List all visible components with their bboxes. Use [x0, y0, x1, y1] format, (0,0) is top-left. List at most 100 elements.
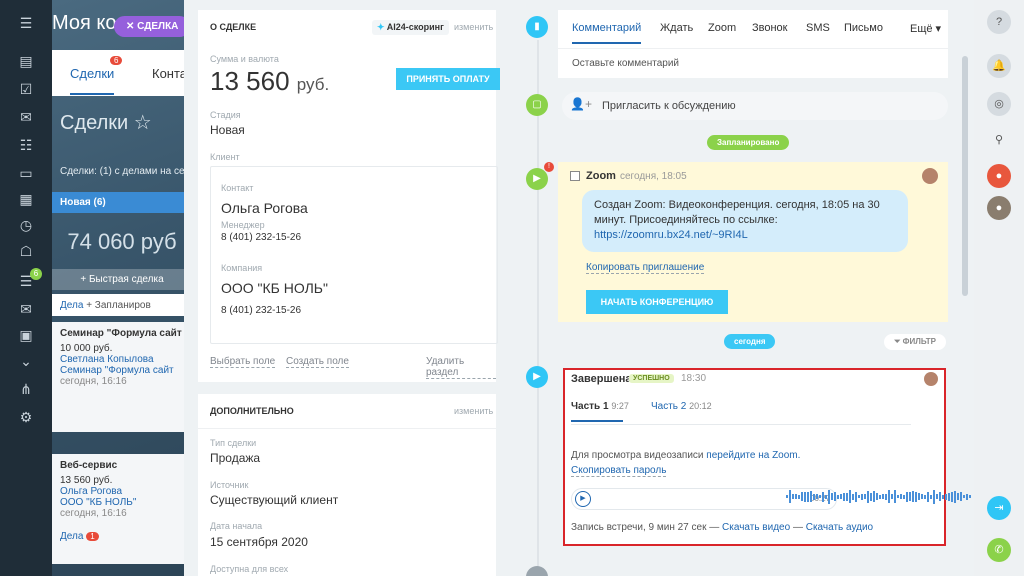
company-phone[interactable]: 8 (401) 232-15-26	[221, 305, 301, 316]
create-field-link[interactable]: Создать поле	[286, 356, 349, 368]
waveform-bar	[966, 493, 968, 500]
accept-payment-button[interactable]: ПРИНЯТЬ ОПЛАТУ	[396, 68, 500, 90]
clock-icon[interactable]: ◷	[17, 216, 35, 234]
waveform-bar	[951, 491, 953, 502]
copy-invite-link[interactable]: Копировать приглашение	[586, 262, 705, 274]
activity-tab-0[interactable]: Комментарий	[572, 22, 642, 44]
card-person[interactable]: Ольга Рогова	[60, 486, 184, 497]
edit-link[interactable]: изменить	[454, 22, 493, 32]
chat-icon[interactable]: ✉	[17, 108, 35, 126]
settings-icon[interactable]: ⚙	[17, 408, 35, 426]
waveform-bar	[903, 494, 905, 499]
crm-tabs: Сделки 6 Конта	[52, 50, 192, 96]
feed-icon[interactable]: ▤	[17, 52, 35, 70]
drive-icon[interactable]: ▭	[17, 164, 35, 182]
tab-deals[interactable]: Сделки	[70, 66, 115, 95]
card-deal[interactable]: Семинар "Формула сайт	[60, 365, 184, 376]
waveform-bar	[864, 494, 866, 500]
groups-icon[interactable]: ☷	[17, 136, 35, 154]
deal-slider-label[interactable]: ✕ СДЕЛКА	[114, 16, 191, 37]
card-deals-link[interactable]: Дела	[60, 531, 83, 542]
zoom-message: Создан Zoom: Видеоконференция. сегодня, …	[582, 190, 908, 252]
waveform-bar	[927, 491, 929, 502]
phone-icon[interactable]: ✆	[987, 538, 1011, 562]
deal-type-value[interactable]: Продажа	[210, 451, 260, 465]
activity-tab-1[interactable]: Ждать	[660, 22, 693, 34]
zoom-time: сегодня, 18:05	[620, 171, 687, 182]
start-date-value[interactable]: 15 сентября 2020	[210, 535, 308, 549]
avatar-user-2[interactable]: ●	[987, 196, 1011, 220]
activity-editor: Комментарий Ждать Zoom Звонок SMS Письмо Ещё ▾…	[558, 10, 948, 78]
deal-panel: О СДЕЛКЕ ✦ AI24-скоринг изменить Сумма и…	[184, 0, 974, 576]
part2-tab[interactable]: Часть 2 20:12	[651, 401, 712, 412]
waveform-bar	[879, 494, 881, 499]
card-person[interactable]: Светлана Копылова	[60, 354, 184, 365]
delete-section-link[interactable]: Удалить раздел	[426, 356, 496, 379]
copy-password-link[interactable]: Скопировать пароль	[571, 465, 667, 477]
waveform-bar	[954, 490, 956, 503]
waveform-bar	[912, 491, 914, 503]
stage-value[interactable]: Новая	[210, 123, 245, 137]
waveform-bar	[831, 493, 833, 501]
stream-icon[interactable]: ◎	[987, 92, 1011, 116]
currency: руб.	[296, 75, 330, 94]
zoom-checkbox[interactable]	[570, 171, 580, 181]
comment-input[interactable]: Оставьте комментарий	[572, 58, 679, 69]
avatar-user-1[interactable]: ●	[987, 164, 1011, 188]
zoom-title: Zoom	[586, 170, 616, 182]
contact-phone[interactable]: 8 (401) 232-15-26	[221, 232, 301, 243]
zoom-url[interactable]: https://zoomru.bx24.net/~9RI4L	[594, 229, 748, 241]
mail-icon[interactable]: ✉	[17, 300, 35, 318]
deals-link[interactable]: Дела	[60, 300, 83, 311]
source-value[interactable]: Существующий клиент	[210, 493, 338, 507]
download-video-link[interactable]: Скачать видео	[722, 522, 790, 533]
select-field-link[interactable]: Выбрать поле	[210, 356, 276, 368]
edit-link[interactable]: изменить	[454, 406, 493, 416]
quick-deal-button[interactable]: + Быстрая сделка	[52, 269, 192, 290]
filter-button[interactable]: ⏷ ФИЛЬТР	[884, 334, 946, 350]
comment-icon: ▮	[526, 16, 548, 38]
robot-icon[interactable]: ☖	[17, 242, 35, 260]
download-audio-link[interactable]: Скачать аудио	[806, 522, 873, 533]
help-icon[interactable]: ?	[987, 10, 1011, 34]
contact-name[interactable]: Ольга Рогова	[221, 200, 308, 216]
active-tab-underline	[571, 420, 623, 422]
deal-card[interactable]: Семинар "Формула сайт 10 000 руб. Светла…	[52, 322, 192, 432]
company-name[interactable]: ООО "КБ НОЛЬ"	[221, 280, 328, 296]
calendar-icon[interactable]: ▦	[17, 190, 35, 208]
notifications-icon[interactable]: 🔔	[987, 54, 1011, 78]
scrollbar[interactable]	[962, 56, 968, 296]
record-info: Запись встречи, 9 мин 27 сек — Скачать в…	[571, 522, 874, 533]
start-conference-button[interactable]: НАЧАТЬ КОНФЕРЕНЦИЮ	[586, 290, 728, 314]
waveform-bar	[801, 492, 803, 502]
view-zoom-link[interactable]: перейдите на Zoom.	[706, 450, 800, 461]
waveform-bar	[834, 492, 836, 502]
waveform-bar	[876, 493, 878, 501]
invite-bar[interactable]: 👤+ Пригласить к обсуждению	[562, 92, 948, 120]
planned-link[interactable]: + Запланиров	[86, 300, 151, 311]
activity-tab-6[interactable]: Ещё ▾	[910, 22, 941, 35]
left-rail: ☰ ▤ ☑ ✉ ☷ ▭ ▦ ◷ ☖ ☰ 6 ✉ ▣ ⌄ ⋔ ⚙	[0, 0, 52, 576]
search-icon[interactable]: ⚲	[987, 128, 1011, 152]
ai-scoring-badge[interactable]: ✦ AI24-скоринг	[372, 20, 449, 35]
contacts-icon[interactable]: ▣	[17, 326, 35, 344]
section-title: О СДЕЛКЕ	[210, 22, 257, 32]
tasks-icon[interactable]: ☑	[17, 80, 35, 98]
waveform-bar	[948, 492, 950, 501]
deals-counter: Сделки: (1) с делами на се	[60, 166, 185, 177]
activity-tab-3[interactable]: Звонок	[752, 22, 788, 34]
tab-contacts[interactable]: Конта	[152, 66, 187, 81]
card-deals-badge: 1	[86, 532, 99, 541]
down-icon[interactable]: ⌄	[17, 352, 35, 370]
activity-tab-2[interactable]: Zoom	[708, 22, 736, 34]
part1-tab[interactable]: Часть 1 9:27	[571, 401, 629, 412]
deal-card[interactable]: Веб-сервис 13 560 руб. Ольга Рогова ООО …	[52, 454, 192, 564]
waveform-bar	[822, 491, 824, 502]
tree-icon[interactable]: ⋔	[17, 380, 35, 398]
play-icon[interactable]: ▶	[575, 491, 591, 507]
activity-tab-4[interactable]: SMS	[806, 22, 830, 34]
activity-tab-5[interactable]: Письмо	[844, 22, 883, 34]
menu-icon[interactable]: ☰	[17, 14, 35, 32]
exit-icon[interactable]: ⇥	[987, 496, 1011, 520]
card-company[interactable]: ООО "КБ НОЛЬ"	[60, 497, 184, 508]
